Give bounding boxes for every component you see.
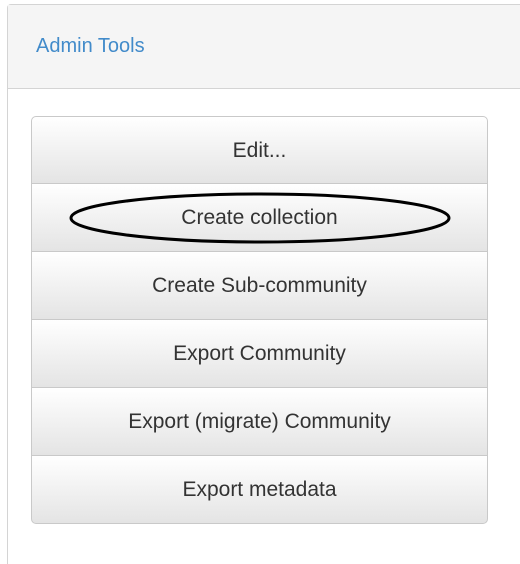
admin-actions-list: Edit... Create collection Create Sub-com… bbox=[31, 116, 488, 524]
export-metadata-button[interactable]: Export metadata bbox=[31, 456, 488, 524]
create-collection-label: Create collection bbox=[181, 206, 338, 229]
export-community-label: Export Community bbox=[173, 342, 346, 365]
edit-button-label: Edit... bbox=[232, 139, 287, 162]
export-migrate-community-button[interactable]: Export (migrate) Community bbox=[31, 388, 488, 456]
export-migrate-community-label: Export (migrate) Community bbox=[128, 410, 391, 433]
panel-heading: Admin Tools bbox=[8, 5, 520, 89]
create-sub-community-button[interactable]: Create Sub-community bbox=[31, 252, 488, 320]
edit-button[interactable]: Edit... bbox=[31, 116, 488, 184]
create-sub-community-label: Create Sub-community bbox=[152, 274, 367, 297]
create-collection-button[interactable]: Create collection bbox=[31, 184, 488, 252]
export-metadata-label: Export metadata bbox=[182, 478, 337, 501]
panel-title: Admin Tools bbox=[36, 35, 145, 57]
export-community-button[interactable]: Export Community bbox=[31, 320, 488, 388]
